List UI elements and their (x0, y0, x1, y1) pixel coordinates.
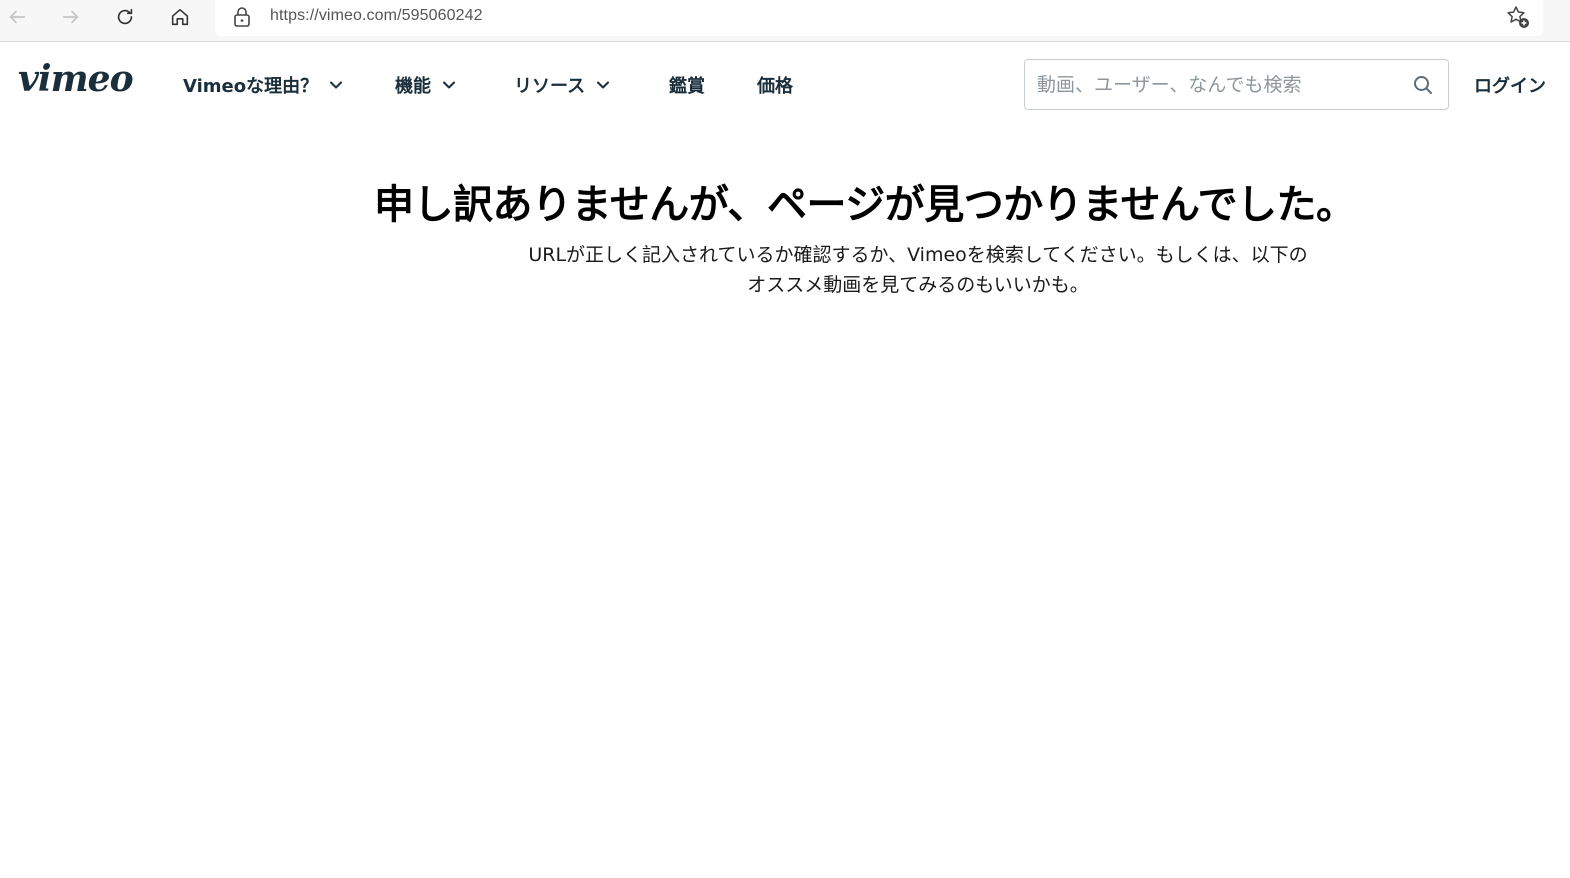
add-favorite-icon[interactable] (1505, 4, 1531, 30)
nav-features[interactable]: 機能 (395, 72, 455, 98)
search-input[interactable] (1026, 61, 1396, 108)
nav-resources[interactable]: リソース (514, 72, 610, 98)
chevron-down-icon (597, 81, 610, 89)
error-description: URLが正しく記入されているか確認するか、Vimeoを検索してください。もしくは… (528, 244, 1308, 296)
nav-pricing-label: 価格 (757, 76, 793, 97)
nav-watch-label: 鑑賞 (669, 76, 705, 97)
address-url[interactable]: https://vimeo.com/595060242 (270, 7, 483, 25)
arrow-right-icon (62, 10, 79, 24)
reload-button[interactable] (110, 4, 140, 30)
vimeo-logo[interactable]: vimeo (18, 58, 136, 100)
nav-why-vimeo-label: Vimeoな理由？ (183, 76, 319, 97)
browser-toolbar: https://vimeo.com/595060242 (0, 0, 1570, 42)
home-icon (171, 8, 189, 26)
forward-button[interactable] (56, 4, 86, 30)
chevron-down-icon (330, 81, 343, 89)
page-title: 申し訳ありませんが、ページが見つかりませんでした。 (374, 182, 1356, 228)
login-button[interactable]: ログイン (1474, 72, 1546, 98)
nav-resources-label: リソース (514, 76, 586, 97)
nav-pricing[interactable]: 価格 (757, 72, 793, 98)
back-button[interactable] (2, 4, 32, 30)
reload-icon (117, 8, 133, 25)
search-box (1024, 59, 1449, 110)
logo-text: vimeo (18, 58, 133, 100)
lock-icon[interactable] (232, 6, 252, 28)
search-icon[interactable] (1412, 74, 1434, 96)
arrow-left-icon (9, 10, 26, 24)
nav-why-vimeo[interactable]: Vimeoな理由？ (183, 72, 343, 98)
home-button[interactable] (165, 4, 195, 30)
nav-watch[interactable]: 鑑賞 (669, 72, 705, 98)
nav-features-label: 機能 (395, 76, 431, 97)
chevron-down-icon (443, 81, 455, 89)
